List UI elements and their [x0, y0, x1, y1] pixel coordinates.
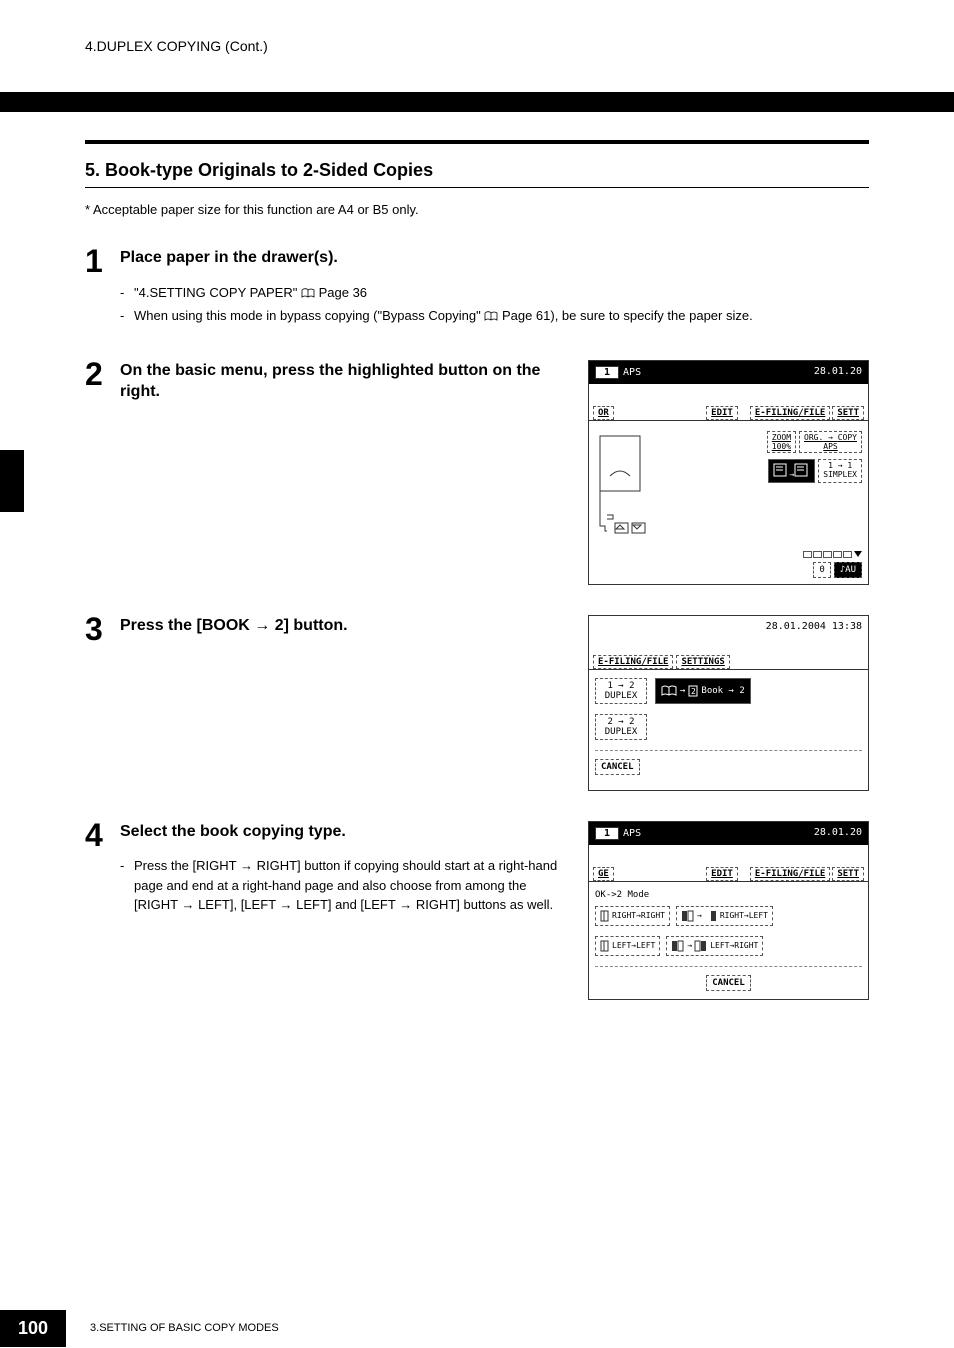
list-item: -When using this mode in bypass copying …	[120, 306, 869, 326]
tab-efiling[interactable]: E-FILING/FILE	[750, 867, 830, 881]
header-bar	[0, 92, 954, 112]
datetime-label: 28.01.2004 13:38	[766, 621, 862, 632]
step-number: 3	[85, 613, 120, 791]
step-1: 1 Place paper in the drawer(s). -"4.SETT…	[85, 247, 869, 330]
book-2-button-selected[interactable]: →2 Book → 2	[655, 678, 751, 704]
book-open-icon	[671, 940, 685, 952]
tab-efiling[interactable]: E-FILING/FILE	[750, 406, 830, 420]
tab-or[interactable]: OR	[593, 406, 614, 420]
footer: 100 3.SETTING OF BASIC COPY MODES	[0, 1308, 954, 1348]
book-icon	[484, 311, 498, 322]
right-right-button[interactable]: RIGHT→RIGHT	[595, 906, 670, 926]
book-open-icon	[681, 910, 695, 922]
book-icon	[661, 685, 677, 697]
chapter-label: 3.SETTING OF BASIC COPY MODES	[90, 1322, 279, 1334]
screen-duplex-options: 28.01.2004 13:38 E-FILING/FILE SETTINGS …	[588, 615, 869, 791]
step-number: 2	[85, 358, 120, 585]
book-page-icon	[600, 910, 610, 922]
tab-settings[interactable]: SETT	[832, 406, 864, 420]
orig-copy-button[interactable]: ORG. → COPYAPS	[799, 431, 862, 453]
section-heading: Book-type Originals to 2-Sided Copies	[105, 160, 433, 180]
aps-label: APS	[623, 367, 641, 378]
tab-edit[interactable]: EDIT	[706, 867, 738, 881]
auto-button[interactable]: ♪AU	[834, 562, 862, 578]
simplex-button[interactable]: 1 → 1SIMPLEX	[818, 459, 862, 483]
book-open-icon	[694, 940, 708, 952]
list-item: - Press the [RIGHT → RIGHT] button if co…	[120, 856, 568, 915]
date-label: 28.01.20	[814, 827, 862, 840]
step-2: 2 On the basic menu, press the highlight…	[85, 360, 869, 585]
book-icon	[301, 288, 315, 299]
book-page-icon	[600, 940, 610, 952]
step-number: 4	[85, 819, 120, 1000]
page-orig-icon	[773, 463, 789, 477]
cancel-button[interactable]: CANCEL	[706, 975, 751, 991]
copy-count: 1	[595, 827, 619, 840]
rule	[85, 140, 869, 144]
left-right-button[interactable]: → LEFT→RIGHT	[666, 936, 763, 956]
tab-edit[interactable]: EDIT	[706, 406, 738, 420]
duplex-mode-button-highlighted[interactable]: →	[768, 459, 815, 483]
step-heading: Place paper in the drawer(s).	[120, 247, 869, 269]
step-3: 3 Press the [BOOK → 2] button. 28.01.200…	[85, 615, 869, 791]
page-copy-icon	[794, 463, 810, 477]
tab-settings[interactable]: SETTINGS	[676, 655, 729, 669]
step-number: 1	[85, 245, 120, 330]
section-number: 5.	[85, 160, 100, 180]
step-heading: On the basic menu, press the highlighted…	[120, 360, 568, 403]
duplex-1-2-button[interactable]: 1 → 2DUPLEX	[595, 678, 647, 704]
book-open-icon	[704, 910, 718, 922]
svg-text:2: 2	[691, 687, 696, 696]
step-heading: Select the book copying type.	[120, 821, 568, 843]
page-number: 100	[0, 1310, 66, 1347]
screen-basic-menu: 1 APS 28.01.20 OR EDIT E-FILING/FILE SET…	[588, 360, 869, 585]
zoom-button[interactable]: ZOOM100%	[767, 431, 796, 453]
list-item: -"4.SETTING COPY PAPER" Page 36	[120, 283, 869, 303]
step-heading: Press the [BOOK → 2] button.	[120, 615, 568, 637]
side-tab	[0, 450, 24, 512]
step-4: 4 Select the book copying type. - Press …	[85, 821, 869, 1000]
mode-label: OK->2 Mode	[595, 890, 862, 900]
progress-indicator	[589, 551, 868, 560]
tab-ge[interactable]: GE	[593, 867, 614, 881]
tab-efiling[interactable]: E-FILING/FILE	[593, 655, 673, 669]
tab-settings[interactable]: SETT	[832, 867, 864, 881]
preview-illustration	[595, 431, 675, 541]
copy-count: 1	[595, 366, 619, 379]
section-title: 5. Book-type Originals to 2-Sided Copies	[85, 160, 869, 188]
left-left-button[interactable]: LEFT→LEFT	[595, 936, 660, 956]
cancel-button[interactable]: CANCEL	[595, 759, 640, 775]
page-2-icon: 2	[688, 685, 698, 697]
count-display: 0	[813, 562, 830, 578]
note: * Acceptable paper size for this functio…	[85, 202, 869, 217]
duplex-2-2-button[interactable]: 2 → 2DUPLEX	[595, 714, 647, 740]
screen-book-direction: 1 APS 28.01.20 GE EDIT E-FILING/FILE SET…	[588, 821, 869, 1000]
running-header: 4.DUPLEX COPYING (Cont.)	[0, 0, 954, 54]
date-label: 28.01.20	[814, 366, 862, 379]
right-left-button[interactable]: → RIGHT→LEFT	[676, 906, 773, 926]
aps-label: APS	[623, 828, 641, 839]
